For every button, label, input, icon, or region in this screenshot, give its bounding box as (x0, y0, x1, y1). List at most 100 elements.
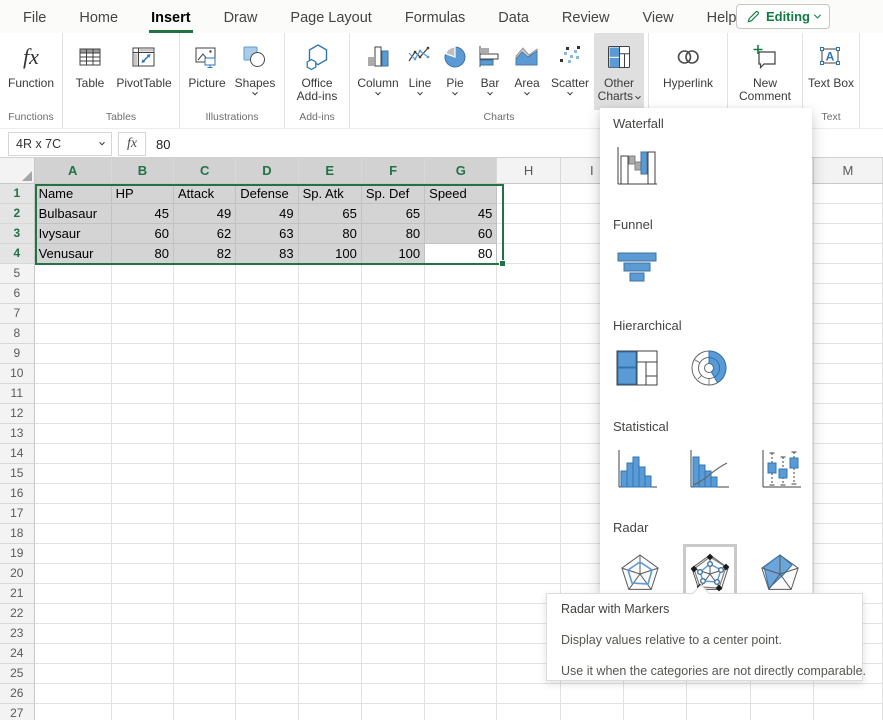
cell[interactable] (362, 364, 425, 384)
row-header[interactable]: 6 (0, 284, 35, 304)
cell[interactable] (299, 684, 362, 704)
cell[interactable] (35, 304, 112, 324)
cell[interactable] (497, 284, 560, 304)
cell[interactable]: 45 (425, 204, 497, 224)
cell[interactable] (35, 324, 112, 344)
cell[interactable] (112, 444, 174, 464)
row-header[interactable]: 4 (0, 244, 35, 264)
cell[interactable] (35, 684, 112, 704)
cell[interactable] (112, 664, 174, 684)
cell[interactable] (497, 204, 560, 224)
cell[interactable] (362, 424, 425, 444)
cell[interactable] (174, 264, 236, 284)
cell[interactable] (236, 324, 298, 344)
cell[interactable] (174, 324, 236, 344)
cell[interactable] (561, 704, 624, 720)
cell[interactable] (425, 304, 497, 324)
column-header[interactable]: C (174, 158, 236, 184)
cell[interactable] (687, 684, 750, 704)
cell[interactable] (174, 424, 236, 444)
cell[interactable] (362, 504, 425, 524)
cell[interactable] (35, 544, 112, 564)
cell[interactable] (174, 644, 236, 664)
cell[interactable] (497, 304, 560, 324)
cell[interactable] (814, 184, 883, 204)
cell[interactable] (299, 384, 362, 404)
cell[interactable]: 62 (174, 224, 236, 244)
cell[interactable] (112, 404, 174, 424)
cell[interactable] (425, 644, 497, 664)
cell[interactable]: 60 (112, 224, 174, 244)
cell[interactable] (35, 284, 112, 304)
cell[interactable] (35, 624, 112, 644)
cell[interactable] (174, 344, 236, 364)
row-header[interactable]: 14 (0, 444, 35, 464)
cell[interactable]: 65 (362, 204, 425, 224)
cell[interactable] (112, 604, 174, 624)
cell[interactable] (497, 384, 560, 404)
function-button[interactable]: fx Function (4, 33, 58, 110)
cell[interactable] (497, 364, 560, 384)
cell[interactable] (425, 484, 497, 504)
cell[interactable] (236, 504, 298, 524)
cell[interactable] (35, 704, 112, 720)
row-header[interactable]: 2 (0, 204, 35, 224)
row-header[interactable]: 19 (0, 544, 35, 564)
cell[interactable] (112, 464, 174, 484)
cell[interactable]: 82 (174, 244, 236, 264)
cell[interactable] (174, 464, 236, 484)
cell[interactable] (236, 384, 298, 404)
cell[interactable]: Name (35, 184, 112, 204)
cell[interactable]: 49 (174, 204, 236, 224)
cell[interactable] (299, 644, 362, 664)
cell[interactable] (362, 384, 425, 404)
cell[interactable] (497, 704, 560, 720)
cell[interactable] (425, 424, 497, 444)
waterfall-chart-option[interactable] (613, 144, 661, 193)
cell[interactable] (362, 404, 425, 424)
bar-chart-button[interactable]: Bar (472, 33, 508, 110)
cell[interactable] (112, 424, 174, 444)
cell[interactable]: Attack (174, 184, 236, 204)
column-header[interactable]: A (35, 158, 112, 184)
cell[interactable] (112, 624, 174, 644)
cell[interactable] (174, 384, 236, 404)
cell[interactable]: 83 (236, 244, 298, 264)
cell[interactable] (236, 284, 298, 304)
cell[interactable] (362, 704, 425, 720)
cell[interactable] (425, 404, 497, 424)
cell[interactable] (362, 344, 425, 364)
cell[interactable] (236, 404, 298, 424)
cell[interactable] (425, 444, 497, 464)
editing-mode-button[interactable]: Editing (736, 4, 830, 29)
cell[interactable] (497, 684, 560, 704)
cell[interactable] (35, 464, 112, 484)
row-header[interactable]: 9 (0, 344, 35, 364)
cell[interactable] (814, 684, 883, 704)
row-header[interactable]: 12 (0, 404, 35, 424)
row-header[interactable]: 5 (0, 264, 35, 284)
cell[interactable] (299, 324, 362, 344)
column-chart-button[interactable]: Column (354, 33, 402, 110)
area-chart-button[interactable]: Area (508, 33, 546, 110)
cell[interactable] (425, 524, 497, 544)
funnel-chart-option[interactable] (613, 245, 661, 294)
cell[interactable]: 100 (299, 244, 362, 264)
cell[interactable] (174, 664, 236, 684)
cell[interactable] (362, 464, 425, 484)
cell[interactable] (35, 664, 112, 684)
cell[interactable] (362, 544, 425, 564)
cell[interactable] (814, 444, 883, 464)
treemap-chart-option[interactable] (613, 346, 661, 395)
cell[interactable] (814, 204, 883, 224)
cell[interactable] (174, 504, 236, 524)
cell[interactable] (687, 704, 750, 720)
text-box-button[interactable]: A Text Box (807, 33, 855, 110)
cell[interactable] (112, 384, 174, 404)
cell[interactable] (236, 664, 298, 684)
column-header[interactable]: G (425, 158, 497, 184)
cell[interactable]: 80 (425, 244, 497, 264)
cell[interactable] (362, 604, 425, 624)
cell[interactable] (814, 364, 883, 384)
cell[interactable] (35, 504, 112, 524)
